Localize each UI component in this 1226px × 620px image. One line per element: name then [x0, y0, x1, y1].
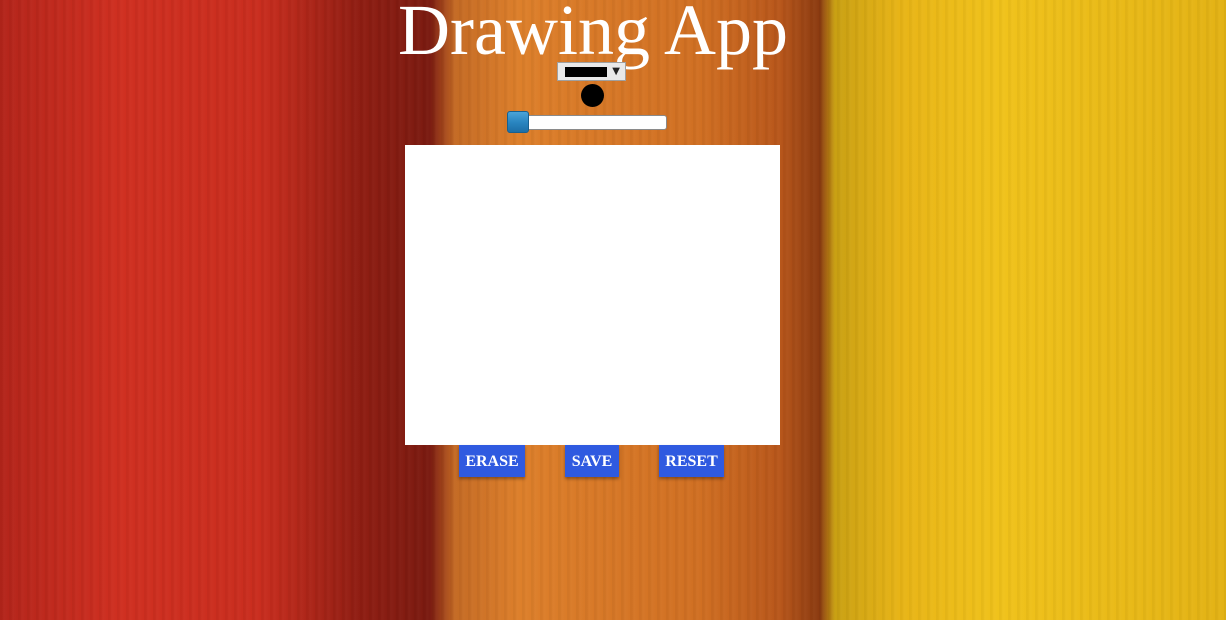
chevron-down-icon: ▼: [612, 66, 620, 77]
brush-size-slider[interactable]: [507, 111, 667, 133]
color-select[interactable]: ▼: [557, 62, 626, 81]
drawing-canvas[interactable]: [405, 145, 780, 445]
erase-button[interactable]: ERASE: [459, 445, 525, 477]
selected-color-swatch: [565, 67, 607, 77]
brush-size-preview: [581, 84, 604, 107]
slider-thumb[interactable]: [507, 111, 529, 133]
save-button[interactable]: SAVE: [565, 445, 619, 477]
reset-button[interactable]: RESET: [659, 445, 724, 477]
